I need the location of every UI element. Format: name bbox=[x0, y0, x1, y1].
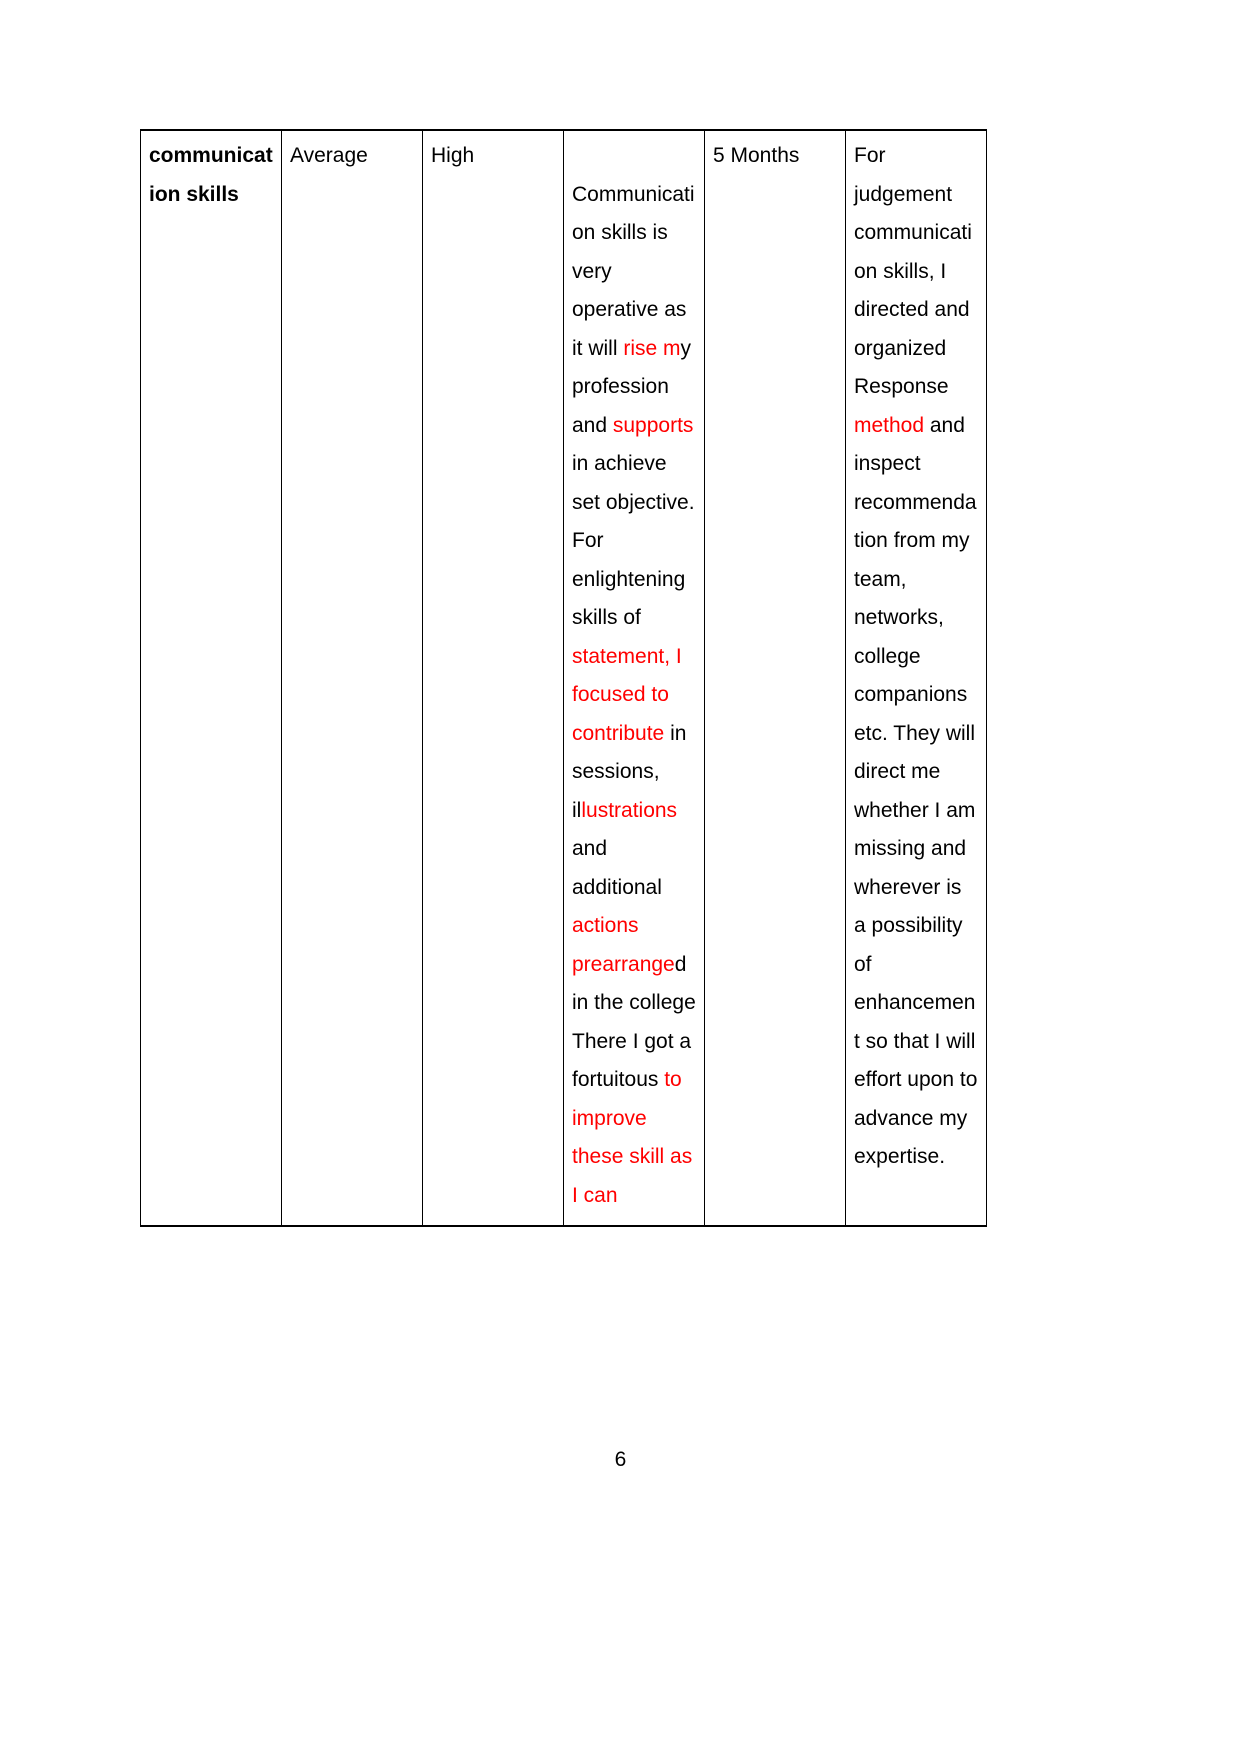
document-page: communication skills Average High Commun… bbox=[0, 0, 1241, 1754]
normal-run: and additional bbox=[572, 837, 662, 899]
cell-development-opportunity: Communication skills is very operative a… bbox=[563, 129, 705, 1227]
development-opportunity-text: Communication skills is very operative a… bbox=[572, 176, 696, 1216]
page-number: 6 bbox=[614, 1448, 627, 1471]
cell-skill-name: communication skills bbox=[140, 129, 282, 1227]
normal-run: and inspect recommendation from my team,… bbox=[854, 413, 978, 1169]
time-scale-text: 5 Months bbox=[713, 144, 800, 167]
inserted-run: method bbox=[854, 413, 925, 437]
inserted-run: lustrations bbox=[581, 798, 678, 822]
inserted-run: rise m bbox=[623, 336, 681, 360]
normal-run: in achieve set objective. For enlighteni… bbox=[572, 452, 695, 629]
cell-criteria-for-success: For judgement communication skills, I di… bbox=[845, 129, 987, 1227]
table-body: communication skills Average High Commun… bbox=[140, 129, 987, 1227]
cell-target-level: High bbox=[422, 129, 564, 1227]
inserted-run: supports bbox=[612, 413, 694, 437]
table: communication skills Average High Commun… bbox=[140, 129, 987, 1227]
cell-current-level: Average bbox=[281, 129, 423, 1227]
current-level-text: Average bbox=[290, 144, 368, 167]
skill-name-text: communication skills bbox=[149, 144, 273, 206]
table-row: communication skills Average High Commun… bbox=[140, 129, 987, 1227]
cell-time-scale: 5 Months bbox=[704, 129, 846, 1227]
cell-leading-blank-line bbox=[572, 137, 696, 176]
normal-run: Communication skills is very operative a… bbox=[572, 182, 695, 360]
target-level-text: High bbox=[431, 144, 475, 167]
inserted-run: actions prearrange bbox=[572, 914, 675, 976]
normal-run: For judgement communication skills, I di… bbox=[854, 144, 972, 398]
skills-development-table: communication skills Average High Commun… bbox=[140, 129, 987, 1227]
criteria-for-success-text: For judgement communication skills, I di… bbox=[854, 137, 978, 1177]
